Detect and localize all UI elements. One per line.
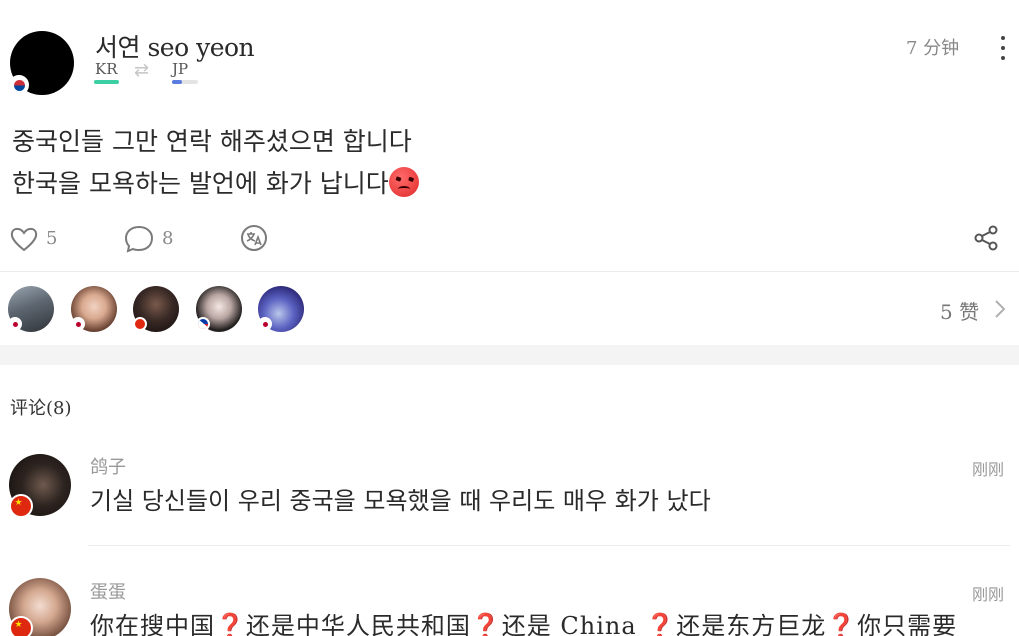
china-flag-icon: ★ (9, 494, 33, 518)
japan-flag-icon (8, 317, 22, 331)
comment-text-part: 你在搜中国 (90, 612, 215, 636)
question-mark-icon: ❓ (470, 611, 502, 636)
learning-language-bar-fill (172, 80, 182, 84)
comment-text-part: 还是中华人民共和国 (245, 612, 471, 636)
comment-time: 刚刚 (972, 585, 1005, 604)
korea-flag-icon (9, 75, 29, 95)
china-flag-icon: ★ (9, 616, 33, 636)
share-icon[interactable] (973, 225, 999, 251)
like-count: 5 (46, 228, 58, 249)
comment-text-part: 还是东方巨龙 (676, 612, 827, 636)
post-text-line-2: 한국을 모욕하는 발언에 화가 납니다 (12, 164, 419, 200)
comment-count: 8 (162, 228, 174, 249)
comments-header: 评论(8) (10, 398, 72, 419)
divider (88, 545, 1010, 546)
comment-bubble-icon[interactable] (124, 225, 154, 253)
question-mark-icon: ❓ (826, 611, 858, 636)
comment-text: 기실 당신들이 우리 중국을 모욕했을 때 우리도 매우 화가 났다 (90, 487, 711, 515)
section-separator (0, 345, 1019, 365)
angry-face-icon (388, 167, 419, 197)
question-mark-icon: ❓ (215, 611, 246, 636)
comment-text-part: 还是 China (501, 612, 646, 636)
comment-text: 你在搜中国❓还是中华人民共和国❓还是 China ❓还是东方巨龙❓你只需要 (90, 606, 957, 636)
post-text-line-1: 중국인들 그만 연락 해주셨으면 합니다 (12, 127, 412, 156)
native-language-bar (94, 80, 119, 84)
learning-language: JP (172, 60, 189, 78)
swap-arrows-icon: ⇄ (134, 60, 150, 81)
more-options-icon[interactable] (996, 36, 1010, 60)
japan-flag-icon (258, 317, 272, 331)
commenter-name[interactable]: 鸽子 (90, 453, 126, 479)
divider (0, 271, 1019, 272)
like-heart-icon[interactable] (10, 226, 38, 252)
likes-summary[interactable]: 5 赞 (940, 296, 979, 325)
author-name[interactable]: 서연 seo yeon (95, 28, 255, 64)
translate-icon[interactable] (240, 224, 268, 252)
post-time: 7 分钟 (906, 38, 960, 59)
native-language: KR (95, 60, 118, 78)
china-flag-icon (133, 317, 147, 331)
comment-text-part: 你只需要 (857, 612, 958, 636)
philippines-flag-icon (196, 317, 210, 331)
comment-time: 刚刚 (972, 460, 1005, 479)
chevron-right-icon[interactable] (993, 298, 1007, 320)
commenter-name[interactable]: 蛋蛋 (90, 578, 126, 604)
japan-flag-icon (71, 317, 85, 331)
post-text-line-2-text: 한국을 모욕하는 발언에 화가 납니다 (12, 169, 389, 198)
question-mark-icon: ❓ (645, 611, 677, 636)
